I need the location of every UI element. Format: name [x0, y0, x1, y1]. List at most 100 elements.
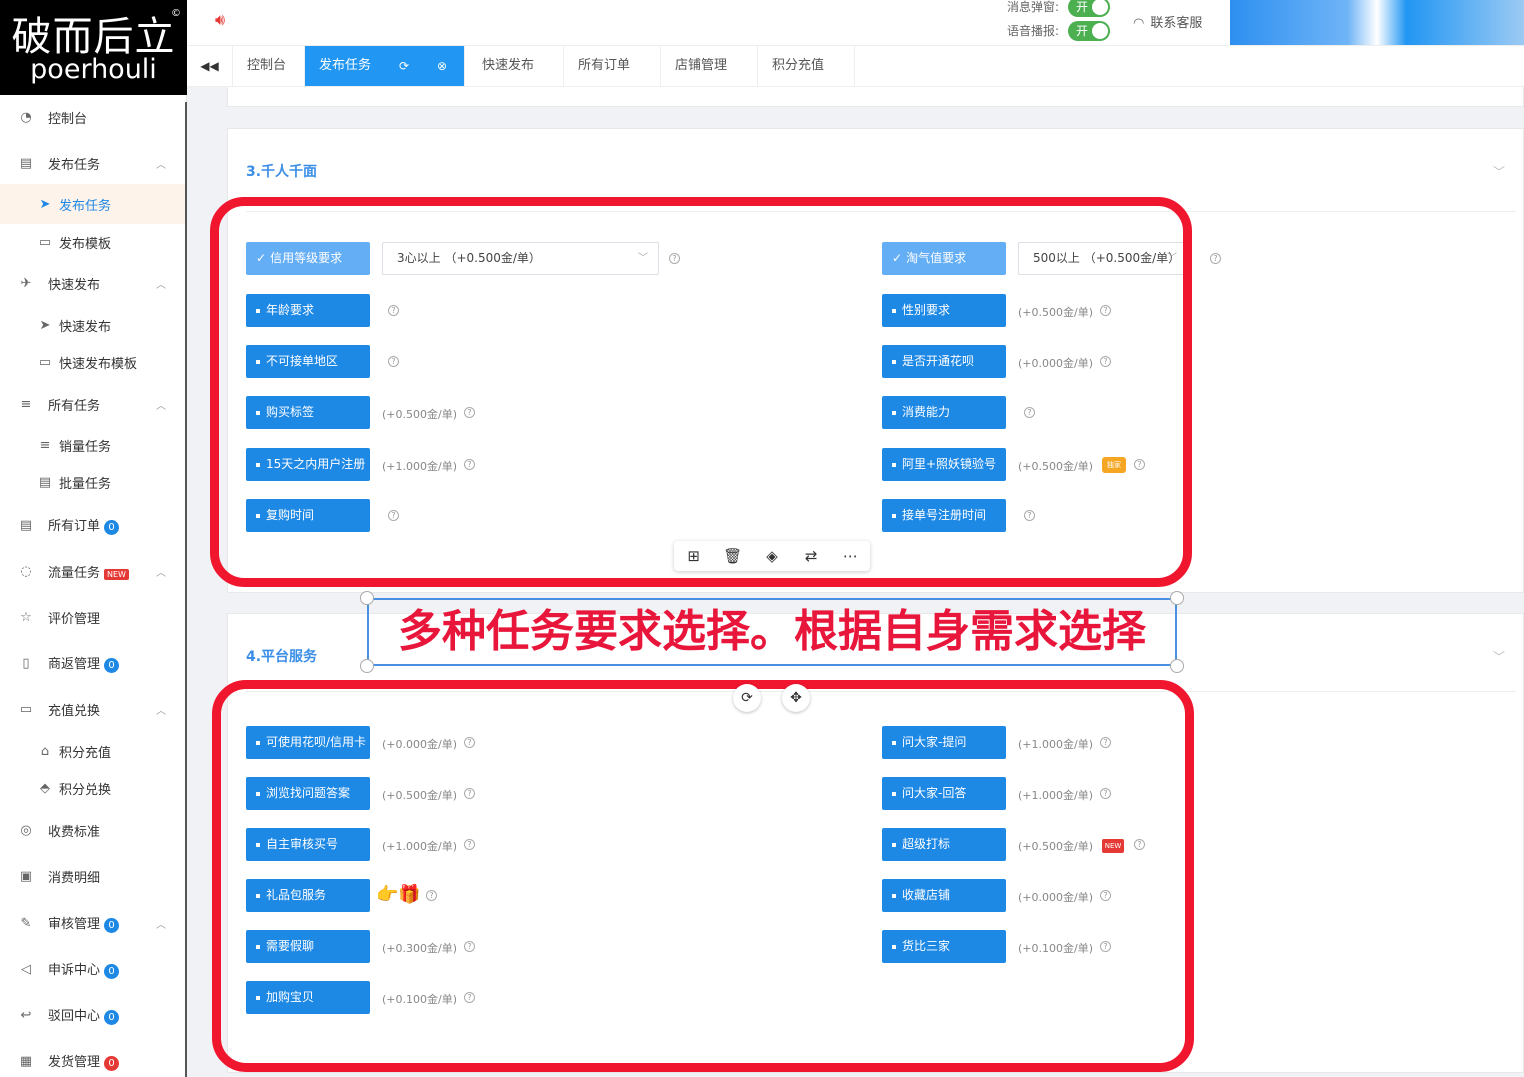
sidebar-item[interactable]: ▭ 发布模板 — [0, 222, 185, 262]
chevron-icon[interactable]: ︿ — [156, 916, 166, 931]
help-icon[interactable]: ? — [388, 510, 399, 521]
help-icon[interactable]: ? — [1134, 459, 1145, 470]
sidebar-item[interactable]: ▤ 发布任务 ︿ — [0, 143, 185, 183]
chevron-icon[interactable]: ︿ — [156, 564, 166, 579]
sidebar-item[interactable]: ◎ 收费标准 — [0, 810, 185, 850]
help-icon[interactable]: ? — [1100, 941, 1111, 952]
option-button[interactable]: 年龄要求 — [246, 294, 370, 327]
annotation-text-box[interactable]: 多种任务要求选择。根据自身需求选择 — [367, 598, 1177, 666]
chevron-down-icon[interactable]: ﹀ — [1493, 163, 1505, 180]
option-button[interactable]: 需要假聊 — [246, 930, 370, 963]
sidebar-item[interactable]: ⌂ 积分充值 — [0, 731, 185, 771]
option-button[interactable]: 15天之内用户注册 — [246, 448, 370, 481]
help-icon[interactable]: ? — [426, 890, 437, 901]
tab-quick-publish[interactable]: 快速发布 — [468, 46, 564, 86]
tabs-back-button[interactable]: ◀◀ — [187, 46, 233, 86]
sidebar-item[interactable]: ▭ 充值兑换 ︿ — [0, 689, 185, 729]
option-button[interactable]: 礼品包服务 — [246, 879, 370, 912]
help-icon[interactable]: ? — [464, 941, 475, 952]
chevron-icon[interactable]: ︿ — [156, 276, 166, 291]
help-icon[interactable]: ? — [388, 305, 399, 316]
more-icon[interactable]: ⋯ — [831, 547, 870, 565]
tab-shop-management[interactable]: 店铺管理 — [661, 46, 758, 86]
option-button[interactable]: 复购时间 — [246, 499, 370, 532]
resize-handle-tl[interactable] — [360, 591, 374, 605]
sidebar-item[interactable]: ◁ 申诉中心 0 — [0, 949, 185, 989]
chevron-icon[interactable]: ︿ — [156, 156, 166, 171]
help-icon[interactable]: ? — [388, 356, 399, 367]
option-button[interactable]: 不可接单地区 — [246, 345, 370, 378]
option-button[interactable]: 可使用花呗/信用卡 — [246, 726, 370, 759]
resize-handle-tr[interactable] — [1170, 591, 1184, 605]
help-icon[interactable]: ? — [1100, 305, 1111, 316]
help-icon[interactable]: ? — [1210, 253, 1221, 264]
add-icon[interactable]: ⊞ — [674, 547, 713, 565]
option-select[interactable]: 500以上 （+0.500金/单） ﹀ — [1018, 242, 1188, 275]
chevron-icon[interactable]: ︿ — [156, 702, 166, 717]
sidebar-item[interactable]: ▤ 所有订单 0 — [0, 505, 185, 545]
sidebar-item[interactable]: ✈ 快速发布 ︿ — [0, 263, 185, 303]
trash-icon[interactable]: 🗑︎ — [713, 547, 752, 565]
help-icon[interactable]: ? — [464, 407, 475, 418]
sidebar-item[interactable]: ▤ 批量任务 — [0, 462, 185, 502]
help-icon[interactable]: ? — [1134, 839, 1145, 850]
option-button[interactable]: 货比三家 — [882, 930, 1006, 963]
voice-toggle[interactable]: 开 — [1068, 21, 1110, 41]
customer-service-link[interactable]: ◠ 联系客服 — [1133, 12, 1202, 31]
sidebar-item[interactable]: ▯ 商返管理 0 — [0, 643, 185, 683]
option-button[interactable]: 性别要求 — [882, 294, 1006, 327]
speaker-icon[interactable]: 🔊︎ — [215, 10, 225, 30]
refresh-icon[interactable]: ⟳ — [399, 46, 409, 86]
option-button[interactable]: 自主审核买号 — [246, 828, 370, 861]
sidebar-item[interactable]: ➤ 快速发布 — [0, 305, 185, 345]
resize-handle-br[interactable] — [1170, 659, 1184, 673]
sidebar-item[interactable]: ↩ 驳回中心 0 — [0, 995, 185, 1035]
help-icon[interactable]: ? — [1100, 737, 1111, 748]
option-button[interactable]: 阿里+照妖镜验号 — [882, 448, 1006, 481]
option-button[interactable]: 问大家-提问 — [882, 726, 1006, 759]
tab-points-recharge[interactable]: 积分充值 — [758, 46, 855, 86]
layers-icon[interactable]: ◈ — [752, 547, 791, 565]
sidebar-item[interactable]: ➤ 发布任务 — [0, 184, 185, 224]
sidebar-item[interactable]: ≡ 销量任务 — [0, 425, 185, 465]
option-button[interactable]: 接单号注册时间 — [882, 499, 1006, 532]
chevron-icon[interactable]: ︿ — [156, 397, 166, 412]
help-icon[interactable]: ? — [464, 788, 475, 799]
option-button[interactable]: ✓ 信用等级要求 — [246, 242, 370, 275]
option-button[interactable]: 加购宝贝 — [246, 981, 370, 1014]
option-button[interactable]: 问大家-回答 — [882, 777, 1006, 810]
option-select[interactable]: 3心以上 （+0.500金/单） ﹀ — [382, 242, 659, 275]
help-icon[interactable]: ? — [464, 459, 475, 470]
tab-all-orders[interactable]: 所有订单 — [564, 46, 661, 86]
sidebar-item[interactable]: ✎ 审核管理 0 ︿ — [0, 903, 185, 943]
help-icon[interactable]: ? — [1100, 890, 1111, 901]
option-button[interactable]: 浏览找问题答案 — [246, 777, 370, 810]
translate-icon[interactable]: ⇄ — [792, 547, 831, 565]
help-icon[interactable]: ? — [1024, 510, 1035, 521]
help-icon[interactable]: ? — [464, 992, 475, 1003]
help-icon[interactable]: ? — [1024, 407, 1035, 418]
option-button[interactable]: ✓ 淘气值要求 — [882, 242, 1006, 275]
help-icon[interactable]: ? — [464, 737, 475, 748]
sidebar-item[interactable]: ☆ 评价管理 — [0, 597, 185, 637]
help-icon[interactable]: ? — [1100, 356, 1111, 367]
sidebar-item[interactable]: ◌ 流量任务 NEW ︿ — [0, 551, 185, 591]
tab-dashboard[interactable]: 控制台 — [233, 46, 305, 86]
help-icon[interactable]: ? — [464, 839, 475, 850]
tab-publish-task[interactable]: 发布任务 ⟳ ⊗ — [305, 46, 465, 86]
sidebar-item[interactable]: ▭ 快速发布模板 — [0, 342, 185, 382]
option-button[interactable]: 消费能力 — [882, 396, 1006, 429]
option-button[interactable]: 收藏店铺 — [882, 879, 1006, 912]
sidebar-item[interactable]: ≡ 所有任务 ︿ — [0, 384, 185, 424]
resize-handle-bl[interactable] — [360, 659, 374, 673]
sidebar-item[interactable]: ⬘ 积分兑换 — [0, 768, 185, 808]
option-button[interactable]: 超级打标 — [882, 828, 1006, 861]
move-icon[interactable]: ✥ — [782, 684, 810, 712]
chevron-down-icon[interactable]: ﹀ — [1493, 648, 1505, 665]
sidebar-item[interactable]: ▣ 消费明细 — [0, 856, 185, 896]
close-icon[interactable]: ⊗ — [437, 46, 447, 86]
help-icon[interactable]: ? — [1100, 788, 1111, 799]
option-button[interactable]: 购买标签 — [246, 396, 370, 429]
sidebar-item[interactable]: ▦ 发货管理 0 — [0, 1041, 185, 1077]
msg-popup-toggle[interactable]: 开 — [1068, 0, 1110, 17]
